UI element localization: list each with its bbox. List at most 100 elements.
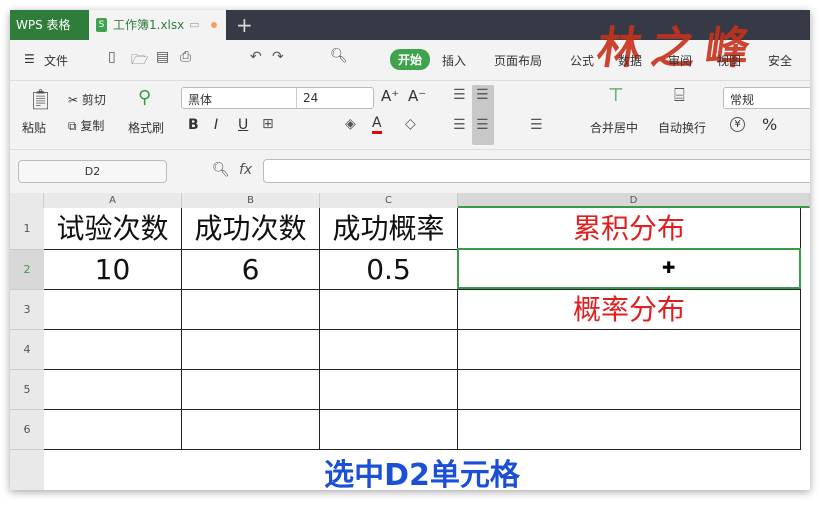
cell-b4[interactable] [182, 330, 320, 370]
spreadsheet-window: WPS 表格 S 工作簿1.xlsx ▭ + 林之峰 ☰ 文件 ▯ 🗁 ▤ ⎙ … [10, 10, 810, 490]
menu-insert[interactable]: 插入 [442, 52, 466, 69]
cell-d1[interactable]: 累积分布 [458, 208, 801, 250]
cell-b1[interactable]: 成功次数 [182, 208, 320, 250]
hamburger-icon[interactable]: ☰ [24, 52, 35, 66]
fill-color-icon[interactable]: ◈ [345, 116, 356, 132]
document-title: 工作簿1.xlsx [113, 18, 185, 32]
undo-icon[interactable]: ↶ [250, 49, 262, 65]
wrap-text-button[interactable]: 自动换行 [658, 119, 706, 136]
column-header-c[interactable]: C [320, 193, 458, 208]
number-format-selector[interactable]: 常规 [723, 87, 810, 109]
italic-button[interactable]: I [214, 117, 218, 133]
format-painter-icon[interactable]: ⚲ [138, 87, 151, 108]
paste-button[interactable]: 粘贴 [22, 119, 46, 136]
align-center-icon[interactable]: ☰ [476, 117, 489, 133]
row-header-4[interactable]: 4 [10, 330, 44, 370]
column-header-a[interactable]: A [44, 193, 182, 208]
column-header-b[interactable]: B [182, 193, 320, 208]
cell-d4[interactable] [458, 330, 801, 370]
cell-d5[interactable] [458, 370, 801, 410]
cell-d6[interactable] [458, 410, 801, 450]
font-color-icon[interactable]: A [372, 115, 382, 134]
menu-home[interactable]: 开始 [390, 49, 431, 70]
monitor-icon[interactable]: ▭ [189, 10, 199, 40]
shrink-font-button[interactable]: A⁻ [408, 87, 426, 105]
merge-center-button[interactable]: 合并居中 [590, 119, 638, 136]
menu-review[interactable]: 审阅 [668, 52, 692, 69]
cut-button[interactable]: ✂ 剪切 [68, 91, 106, 108]
wrap-icon[interactable]: ⌸ [674, 85, 685, 106]
copy-label: 复制 [80, 119, 105, 133]
tab-document[interactable]: S 工作簿1.xlsx ▭ [89, 10, 226, 40]
cell-c1[interactable]: 成功概率 [320, 208, 458, 250]
menu-file[interactable]: 文件 [44, 52, 68, 69]
align-left-icon[interactable]: ☰ [453, 117, 466, 133]
cell-a6[interactable] [44, 410, 182, 450]
percent-button[interactable]: % [762, 115, 777, 134]
eraser-icon[interactable]: ◇ [405, 116, 416, 132]
underline-button[interactable]: U [238, 117, 248, 133]
sheet-grid: A B C D 1 2 3 4 5 6 试验次数 成功次数 成功概率 累积分布 10 6 0… [10, 193, 810, 490]
paste-icon[interactable]: 📋︎ [28, 87, 53, 111]
formula-input[interactable] [263, 159, 810, 183]
cell-c2[interactable]: 0.5 [320, 250, 458, 290]
cell-b3[interactable] [182, 290, 320, 330]
open-icon[interactable]: 🗁 [131, 49, 148, 73]
cell-b2[interactable]: 6 [182, 250, 320, 290]
font-selector[interactable]: 黑体 24 [181, 87, 374, 109]
menu-data[interactable]: 数据 [618, 52, 642, 69]
selected-cell-d2[interactable]: ✚ [457, 248, 801, 289]
tab-wps-home[interactable]: WPS 表格 [10, 10, 89, 40]
number-format-value: 常规 [730, 93, 755, 107]
redo-icon[interactable]: ↷ [272, 49, 284, 65]
row-header-2[interactable]: 2 [10, 250, 44, 290]
row-header-1[interactable]: 1 [10, 208, 44, 250]
name-box[interactable]: D2 [18, 160, 167, 183]
menu-view[interactable]: 视图 [717, 52, 741, 69]
menu-formulas[interactable]: 公式 [570, 52, 594, 69]
cell-b5[interactable] [182, 370, 320, 410]
new-tab-button[interactable]: + [236, 10, 253, 40]
align-middle-icon[interactable]: ☰ [476, 87, 489, 103]
search-icon[interactable]: 🔍︎ [330, 48, 348, 64]
cell-c4[interactable] [320, 330, 458, 370]
spreadsheet-icon: S [96, 18, 107, 32]
cell-a1[interactable]: 试验次数 [44, 208, 182, 250]
cell-a3[interactable] [44, 290, 182, 330]
cell-a5[interactable] [44, 370, 182, 410]
cell-a2[interactable]: 10 [44, 250, 182, 290]
font-name: 黑体 [188, 93, 213, 107]
menu-bar: ☰ 文件 ▯ 🗁 ▤ ⎙ ↶ ↷ 🔍︎ 开始 插入 页面布局 公式 数据 审阅 … [10, 40, 810, 78]
cell-b6[interactable] [182, 410, 320, 450]
row-header-6[interactable]: 6 [10, 410, 44, 450]
cell-c5[interactable] [320, 370, 458, 410]
menu-page-layout[interactable]: 页面布局 [494, 52, 542, 69]
fx-button[interactable]: fx [239, 162, 252, 178]
print-icon[interactable]: ⎙ [180, 49, 191, 65]
save-icon[interactable]: ▤ [156, 49, 169, 65]
cursor-plus-icon: ✚ [662, 258, 676, 277]
menu-security[interactable]: 安全 [768, 52, 792, 69]
cell-d3[interactable]: 概率分布 [458, 290, 801, 330]
column-header-d[interactable]: D [458, 193, 810, 208]
new-file-icon[interactable]: ▯ [108, 49, 116, 65]
row-header-3[interactable]: 3 [10, 290, 44, 330]
select-all-corner[interactable] [10, 193, 44, 208]
justify-icon[interactable]: ☰ [530, 117, 543, 133]
grow-font-button[interactable]: A⁺ [381, 87, 399, 105]
merge-icon[interactable]: ⊤ [608, 85, 624, 106]
cell-a4[interactable] [44, 330, 182, 370]
bold-button[interactable]: B [188, 117, 199, 133]
font-size[interactable]: 24 [303, 91, 318, 105]
row-header-5[interactable]: 5 [10, 370, 44, 410]
border-icon[interactable]: ⊞ [262, 116, 274, 132]
cut-label: 剪切 [81, 93, 106, 107]
cell-c6[interactable] [320, 410, 458, 450]
copy-button[interactable]: ⧉ 复制 [68, 117, 104, 134]
format-painter-button[interactable]: 格式刷 [128, 119, 164, 136]
currency-button[interactable]: ¥ [730, 117, 745, 132]
cell-c3[interactable] [320, 290, 458, 330]
align-top-icon[interactable]: ☰ [453, 87, 466, 103]
caption-text: 选中D2单元格 [324, 458, 520, 490]
zoom-icon[interactable]: 🔍︎ [212, 162, 230, 178]
